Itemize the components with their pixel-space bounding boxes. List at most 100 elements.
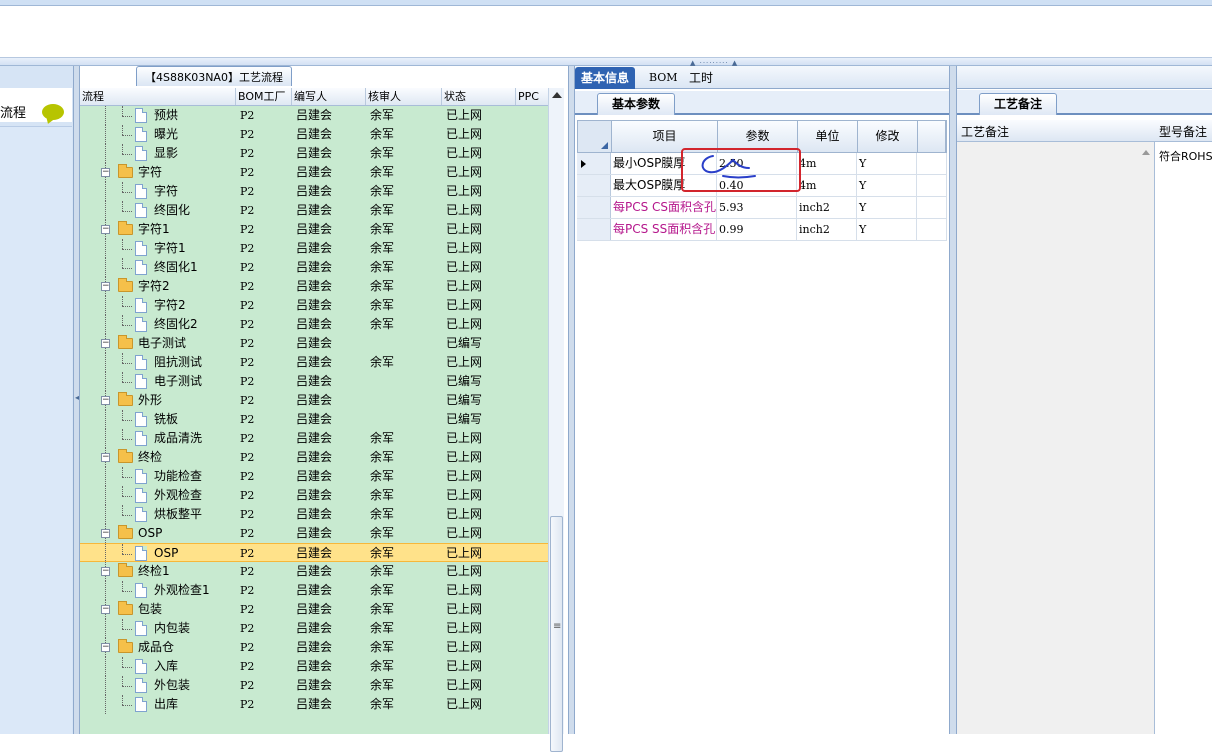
col-header-unit[interactable]: 单位 bbox=[798, 121, 858, 152]
tree-leaf-row[interactable]: 字符1 P2 吕建会 余军 已上网 bbox=[80, 239, 548, 258]
tree-scrollbar[interactable] bbox=[548, 88, 564, 752]
col-header-ppc[interactable]: PPC bbox=[516, 88, 550, 105]
splitter-arrow-icon[interactable]: ◂ bbox=[75, 394, 79, 402]
tree-leaf-row[interactable]: 外观检查1 P2 吕建会 余军 已上网 bbox=[80, 581, 548, 600]
tab-basic-info[interactable]: 基本信息 bbox=[575, 67, 636, 89]
writer-cell: 吕建会 bbox=[296, 469, 333, 483]
nav-item-process[interactable]: 流程 bbox=[0, 88, 72, 122]
tree-collapse-icon[interactable]: − bbox=[101, 168, 110, 177]
writer-cell: 吕建会 bbox=[296, 241, 333, 255]
tree-leaf-row[interactable]: 字符2 P2 吕建会 余军 已上网 bbox=[80, 296, 548, 315]
process-note-textarea[interactable] bbox=[957, 142, 1155, 734]
param-modify-cell: Y bbox=[857, 153, 917, 174]
tree-leaf-row[interactable]: 终固化1 P2 吕建会 余军 已上网 bbox=[80, 258, 548, 277]
checker-cell: 余军 bbox=[370, 450, 395, 464]
col-header-checker[interactable]: 核审人 bbox=[366, 88, 442, 105]
tree-leaf-row[interactable]: 出库 P2 吕建会 余军 已上网 bbox=[80, 695, 548, 714]
tree-collapse-icon[interactable]: − bbox=[101, 225, 110, 234]
row-selector-header[interactable] bbox=[578, 121, 612, 152]
bom-cell: P2 bbox=[240, 394, 255, 407]
tab-bom[interactable]: BOM bbox=[643, 67, 684, 89]
tree-leaf-row[interactable]: 电子测试 P2 吕建会 已编写 bbox=[80, 372, 548, 391]
param-value-cell[interactable]: 5.93 bbox=[717, 197, 797, 218]
tree-folder-row[interactable]: − 字符2 P2 吕建会 余军 已上网 bbox=[80, 277, 548, 296]
memo-col-process-note: 工艺备注 bbox=[961, 125, 1010, 139]
tree-folder-row[interactable]: − 字符 P2 吕建会 余军 已上网 bbox=[80, 163, 548, 182]
tree-folder-row[interactable]: − 电子测试 P2 吕建会 已编写 bbox=[80, 334, 548, 353]
row-selector[interactable] bbox=[577, 197, 611, 218]
tree-folder-row[interactable]: − 终检 P2 吕建会 余军 已上网 bbox=[80, 448, 548, 467]
tree-leaf-row[interactable]: OSP P2 吕建会 余军 已上网 bbox=[80, 543, 548, 563]
tree-leaf-row[interactable]: 功能检查 P2 吕建会 余军 已上网 bbox=[80, 467, 548, 486]
tree-leaf-row[interactable]: 字符 P2 吕建会 余军 已上网 bbox=[80, 182, 548, 201]
tree-folder-row[interactable]: − 终检1 P2 吕建会 余军 已上网 bbox=[80, 562, 548, 581]
tree-leaf-row[interactable]: 终固化2 P2 吕建会 余军 已上网 bbox=[80, 315, 548, 334]
tree-leaf-row[interactable]: 烘板整平 P2 吕建会 余军 已上网 bbox=[80, 505, 548, 524]
scroll-up-icon[interactable] bbox=[552, 92, 562, 98]
scroll-up-icon[interactable] bbox=[1142, 150, 1150, 155]
tab-work-hours[interactable]: 工时 bbox=[683, 67, 719, 89]
status-cell: 已上网 bbox=[446, 260, 483, 274]
col-header-writer[interactable]: 编写人 bbox=[292, 88, 366, 105]
status-cell: 已上网 bbox=[446, 127, 483, 141]
col-header-bom[interactable]: BOM工厂 bbox=[236, 88, 292, 105]
tree-folder-row[interactable]: − 成品仓 P2 吕建会 余军 已上网 bbox=[80, 638, 548, 657]
tree-guide-line bbox=[105, 581, 106, 600]
tree-leaf-row[interactable]: 内包装 P2 吕建会 余军 已上网 bbox=[80, 619, 548, 638]
col-header-process[interactable]: 流程 bbox=[80, 88, 236, 105]
tree-collapse-icon[interactable]: − bbox=[101, 282, 110, 291]
tree-leaf-row[interactable]: 外包装 P2 吕建会 余军 已上网 bbox=[80, 676, 548, 695]
tree-collapse-icon[interactable]: − bbox=[101, 453, 110, 462]
row-selector[interactable] bbox=[577, 175, 611, 196]
tree-folder-row[interactable]: − 外形 P2 吕建会 已编写 bbox=[80, 391, 548, 410]
checker-cell: 余军 bbox=[370, 317, 395, 331]
checker-cell: 余军 bbox=[370, 602, 395, 616]
tree-leaf-row[interactable]: 曝光 P2 吕建会 余军 已上网 bbox=[80, 125, 548, 144]
tree-collapse-icon[interactable]: − bbox=[101, 643, 110, 652]
tree-leaf-row[interactable]: 成品清洗 P2 吕建会 余军 已上网 bbox=[80, 429, 548, 448]
status-cell: 已上网 bbox=[446, 488, 483, 502]
tab-process-memo[interactable]: 工艺备注 bbox=[979, 93, 1058, 115]
params-subtab-bar: 基本参数 bbox=[575, 91, 949, 115]
tree-collapse-icon[interactable]: − bbox=[101, 529, 110, 538]
tree-leaf-row[interactable]: 终固化 P2 吕建会 余军 已上网 bbox=[80, 201, 548, 220]
tree-node-label: 字符1 bbox=[138, 222, 170, 236]
bom-cell: P2 bbox=[240, 547, 255, 560]
document-icon bbox=[135, 621, 147, 636]
row-selector[interactable] bbox=[577, 219, 611, 240]
params-row[interactable]: 每PCS CS面积含孔 5.93 inch2 Y bbox=[577, 197, 947, 219]
row-selector[interactable] bbox=[577, 153, 611, 174]
params-row[interactable]: 每PCS SS面积含孔 0.99 inch2 Y bbox=[577, 219, 947, 241]
scroll-thumb[interactable] bbox=[550, 516, 563, 752]
tree-guide-line bbox=[122, 515, 132, 516]
tree-guide-line bbox=[122, 353, 123, 363]
bom-cell: P2 bbox=[240, 527, 255, 540]
tree-guide-line bbox=[122, 554, 132, 555]
tree-collapse-icon[interactable]: − bbox=[101, 605, 110, 614]
middle-splitter[interactable] bbox=[568, 66, 575, 734]
col-header-modify[interactable]: 修改 bbox=[858, 121, 918, 152]
tree-leaf-row[interactable]: 预烘 P2 吕建会 余军 已上网 bbox=[80, 106, 548, 125]
col-header-status[interactable]: 状态 bbox=[442, 88, 516, 105]
tree-leaf-row[interactable]: 铣板 P2 吕建会 已编写 bbox=[80, 410, 548, 429]
bom-cell: P2 bbox=[240, 679, 255, 692]
tree-folder-row[interactable]: − 包装 P2 吕建会 余军 已上网 bbox=[80, 600, 548, 619]
tree-collapse-icon[interactable]: − bbox=[101, 339, 110, 348]
tab-basic-params[interactable]: 基本参数 bbox=[597, 93, 676, 115]
tree-folder-row[interactable]: − 字符1 P2 吕建会 余军 已上网 bbox=[80, 220, 548, 239]
tree-leaf-row[interactable]: 外观检查 P2 吕建会 余军 已上网 bbox=[80, 486, 548, 505]
right-splitter[interactable] bbox=[949, 66, 957, 734]
param-value-cell[interactable]: 0.99 bbox=[717, 219, 797, 240]
status-cell: 已上网 bbox=[446, 279, 483, 293]
document-icon bbox=[135, 469, 147, 484]
tree-folder-row[interactable]: − OSP P2 吕建会 余军 已上网 bbox=[80, 524, 548, 543]
tree-collapse-icon[interactable]: − bbox=[101, 567, 110, 576]
tree-leaf-row[interactable]: 显影 P2 吕建会 余军 已上网 bbox=[80, 144, 548, 163]
horizontal-splitter[interactable]: ▲ ········· ▲ bbox=[0, 58, 1212, 67]
writer-cell: 吕建会 bbox=[296, 146, 333, 160]
checker-cell: 余军 bbox=[370, 469, 395, 483]
model-note-textarea[interactable]: 符合ROHS bbox=[1157, 142, 1212, 734]
tree-leaf-row[interactable]: 入库 P2 吕建会 余军 已上网 bbox=[80, 657, 548, 676]
tree-collapse-icon[interactable]: − bbox=[101, 396, 110, 405]
tree-leaf-row[interactable]: 阻抗测试 P2 吕建会 余军 已上网 bbox=[80, 353, 548, 372]
